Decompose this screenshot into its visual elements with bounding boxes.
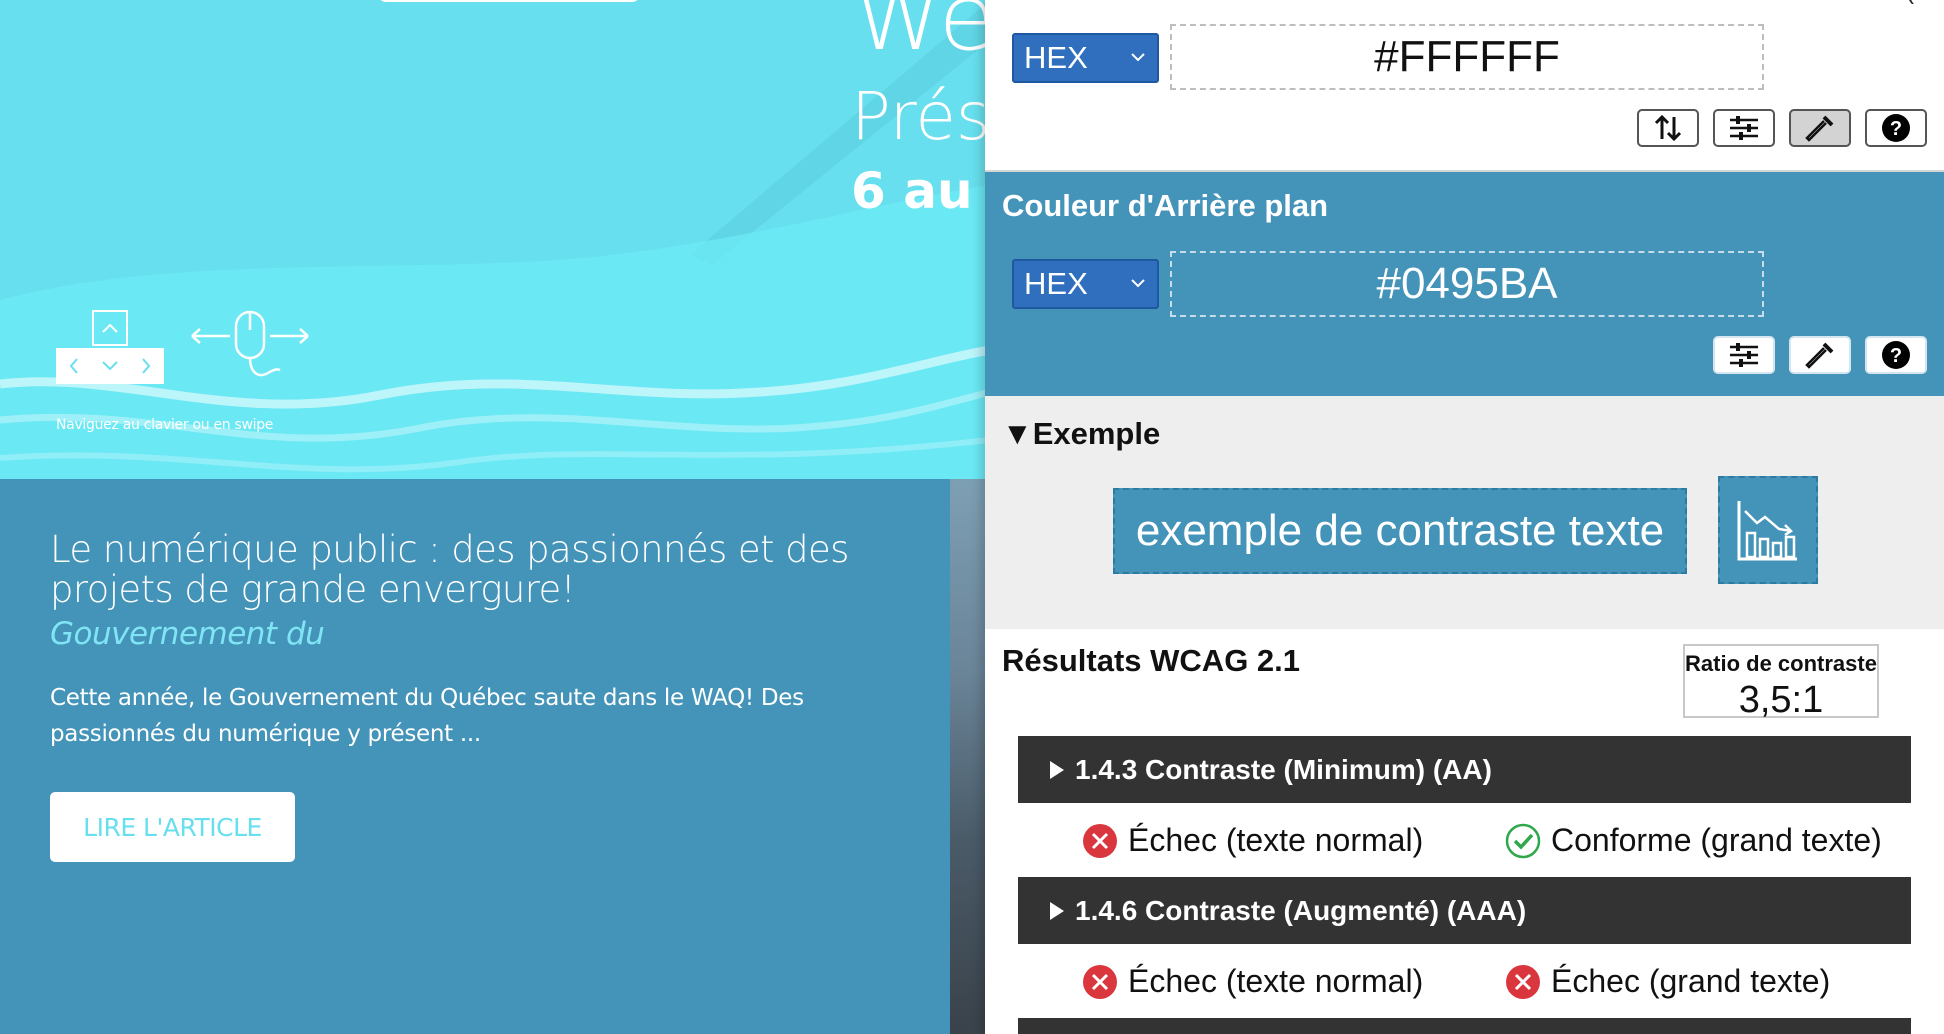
hero-title: We: [853, 0, 990, 71]
background-color-input[interactable]: [1170, 251, 1764, 317]
background-format-select[interactable]: HEX: [1012, 259, 1159, 309]
chart-graphic-icon: [1737, 501, 1797, 561]
result-large-text: Conforme (grand texte): [1505, 822, 1882, 859]
contrast-ratio-value: 3,5:1: [1738, 679, 1824, 721]
background-adjust-button[interactable]: [1713, 336, 1775, 374]
result-text: Échec (grand texte): [1551, 963, 1831, 999]
arrow-left-key-icon: [56, 348, 92, 384]
foreground-color-input[interactable]: [1170, 24, 1764, 90]
hero-subtitle: Prés: [851, 78, 990, 155]
criterion-next-toggle[interactable]: [1018, 1018, 1911, 1034]
example-section: ▼Exemple exemple de contraste texte: [985, 396, 1944, 629]
swap-icon: [1654, 114, 1682, 142]
contrast-ratio-box: Ratio de contraste 3,5:1: [1683, 644, 1879, 721]
eyedropper-icon: [1805, 115, 1834, 142]
foreground-help-button[interactable]: ?: [1865, 109, 1927, 147]
criterion-1-4-6-toggle[interactable]: 1.4.6 Contraste (Augmenté) (AAA): [1018, 877, 1911, 944]
swap-colors-button[interactable]: [1637, 109, 1699, 147]
example-title-label: Exemple: [1032, 416, 1161, 451]
foreground-eyedropper-button[interactable]: [1789, 109, 1851, 147]
result-text: Échec (texte normal): [1128, 822, 1424, 858]
website-background: We Prés 6 au 8 Naviguez au clavier ou en…: [0, 0, 990, 1034]
contrast-checker-panel: ( HEX ?: [985, 0, 1944, 1034]
eyedropper-icon: [1805, 342, 1834, 369]
background-color-section: Couleur d'Arrière plan HEX ?: [985, 172, 1944, 396]
contrast-ratio-label: Ratio de contraste: [1685, 651, 1877, 676]
result-text: Conforme (grand texte): [1551, 822, 1882, 858]
pass-icon: [1505, 823, 1541, 858]
foreground-adjust-button[interactable]: [1713, 109, 1775, 147]
result-normal-text: Échec (texte normal): [1082, 963, 1423, 1000]
article-photo: [950, 479, 990, 1034]
hero-top-button[interactable]: [378, 0, 640, 2]
help-icon: ?: [1882, 341, 1910, 369]
foreground-format-select[interactable]: HEX: [1012, 33, 1159, 83]
sliders-icon: [1730, 116, 1758, 140]
example-graphic-sample[interactable]: [1718, 476, 1818, 584]
read-article-button[interactable]: LIRE L'ARTICLE: [50, 792, 295, 862]
result-large-text: Échec (grand texte): [1505, 963, 1830, 1000]
sliders-icon: [1730, 343, 1758, 367]
help-icon: ?: [1882, 114, 1910, 142]
arrow-right-key-icon: [128, 348, 164, 384]
triangle-down-icon: ▼: [1002, 416, 1033, 451]
hero-section: We Prés 6 au 8 Naviguez au clavier ou en…: [0, 0, 990, 479]
fail-icon: [1083, 964, 1117, 999]
criterion-label: 1.4.6 Contraste (Augmenté) (AAA): [1075, 894, 1527, 926]
triangle-right-icon: [1050, 760, 1064, 779]
criterion-1-4-3-toggle[interactable]: 1.4.3 Contraste (Minimum) (AA): [1018, 736, 1911, 803]
article-excerpt: Cette année, le Gouvernement du Québec s…: [50, 685, 804, 747]
arrow-up-key-icon: [92, 310, 128, 346]
results-title: Résultats WCAG 2.1: [1002, 643, 1301, 678]
background-color-title: Couleur d'Arrière plan: [1002, 188, 1329, 223]
fail-icon: [1083, 823, 1117, 858]
navigation-hint: Naviguez au clavier ou en swipe: [56, 417, 274, 433]
background-help-button[interactable]: ?: [1865, 336, 1927, 374]
mouse-swipe-icon: [191, 310, 309, 377]
criterion-label: 1.4.3 Contraste (Minimum) (AA): [1075, 753, 1492, 785]
background-format-value: HEX: [1024, 266, 1088, 301]
result-text: Échec (texte normal): [1128, 963, 1424, 999]
triangle-right-icon: [1050, 901, 1064, 920]
foreground-format-value: HEX: [1024, 40, 1088, 75]
svg-text:?: ?: [1890, 345, 1902, 367]
foreground-header-fragment: (: [1906, 0, 1914, 6]
hero-waves-decoration: [0, 0, 990, 479]
article-category[interactable]: Gouvernement du: [50, 616, 325, 652]
example-text-sample: exemple de contraste texte: [1113, 488, 1687, 574]
hero-date: 6 au 8: [851, 162, 990, 220]
background-eyedropper-button[interactable]: [1789, 336, 1851, 374]
foreground-color-section: ( HEX ?: [985, 0, 1944, 172]
chevron-down-icon: [1131, 279, 1145, 288]
chevron-down-icon: [1131, 53, 1145, 62]
arrow-down-key-icon: [92, 348, 128, 384]
article-title[interactable]: Le numérique public : des passionnés et …: [50, 530, 930, 610]
result-normal-text: Échec (texte normal): [1082, 822, 1423, 859]
fail-icon: [1506, 964, 1540, 999]
example-toggle[interactable]: ▼Exemple: [1002, 416, 1160, 452]
svg-text:?: ?: [1890, 118, 1902, 140]
